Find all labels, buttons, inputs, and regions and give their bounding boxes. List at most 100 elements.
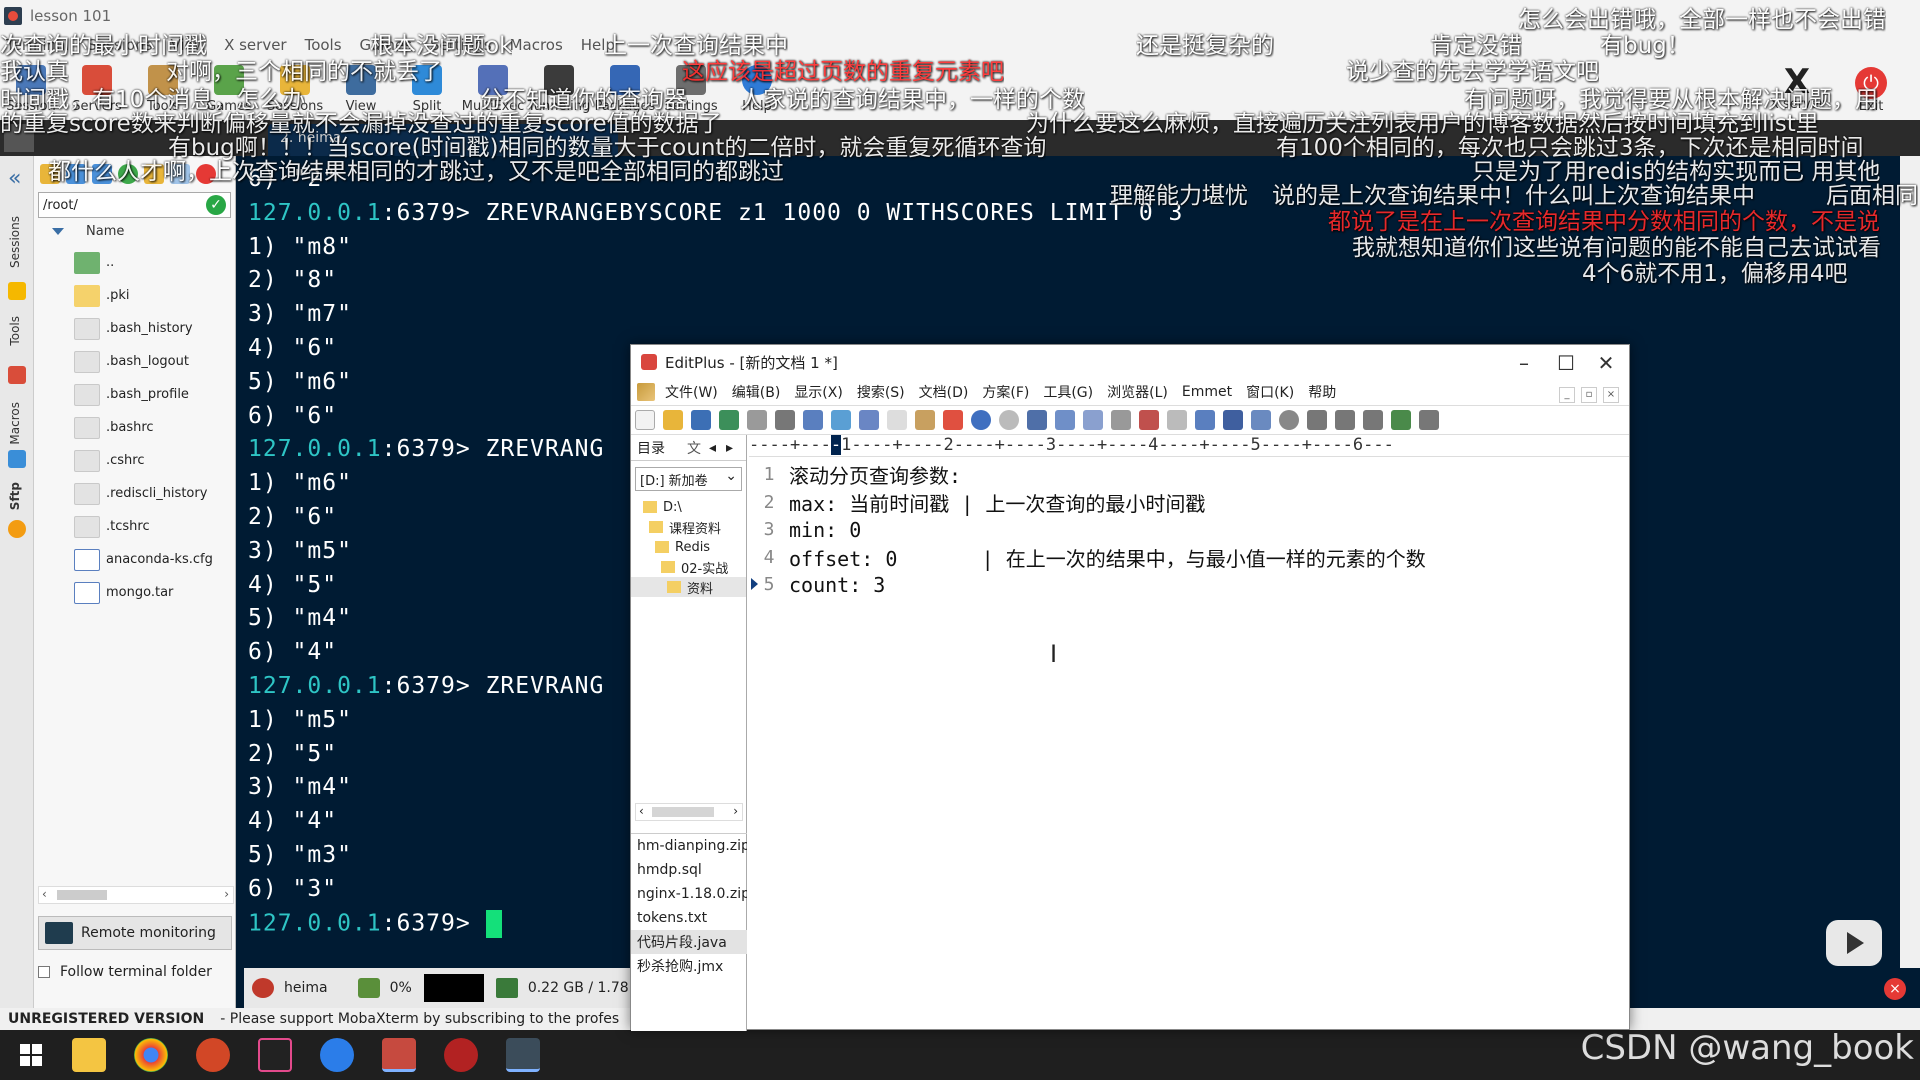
file-row-rediscli-history[interactable]: .rediscli_history <box>34 477 235 510</box>
ep-menu-tools[interactable]: 工具(G) <box>1043 382 1093 402</box>
dir-row-materials[interactable]: 资料 <box>631 577 746 597</box>
menu-macros[interactable]: Macros <box>510 36 563 54</box>
editor-line[interactable]: 2 max: 当前时间戳 | 上一次查询的最小时间戳 <box>749 489 1206 516</box>
file-row-anaconda-cfg[interactable]: anaconda-ks.cfg <box>34 543 235 576</box>
file-row-bash-logout[interactable]: .bash_logout <box>34 345 235 378</box>
cliptext-window-icon[interactable] <box>1335 410 1355 430</box>
font-icon[interactable] <box>1139 410 1159 430</box>
file-row-bash-history[interactable]: .bash_history <box>34 312 235 345</box>
dir-row-practice[interactable]: 02-实战 <box>631 557 746 577</box>
copy-icon[interactable] <box>887 410 907 430</box>
collapse-chevron-icon[interactable]: « <box>8 168 26 190</box>
chrome-icon[interactable] <box>134 1038 168 1072</box>
follow-checkbox[interactable] <box>38 966 50 978</box>
cliptext-tab-label[interactable]: 文 <box>687 438 701 458</box>
ep-menu-project[interactable]: 方案(F) <box>982 382 1029 402</box>
editor-text-area[interactable]: 1 滚动分页查询参数: 2 max: 当前时间戳 | 上一次查询的最小时间戳 3 min:… <box>749 457 1631 1031</box>
ep-menu-view[interactable]: 显示(X) <box>794 382 843 402</box>
word-wrap-icon[interactable] <box>1195 410 1215 430</box>
close-overlay-icon[interactable]: × <box>1884 978 1906 1000</box>
file-row-tcshrc[interactable]: .tcshrc <box>34 510 235 543</box>
browser-view-icon[interactable] <box>1391 410 1411 430</box>
file-row-bashrc[interactable]: .bashrc <box>34 411 235 444</box>
find-in-files-icon[interactable] <box>1083 410 1103 430</box>
drive-select[interactable]: [D:] 新加卷 <box>635 467 742 491</box>
video-play-icon[interactable] <box>1826 920 1882 966</box>
file-row-pki[interactable]: .pki <box>34 279 235 312</box>
delete-icon[interactable] <box>943 410 963 430</box>
scroll-right-icon[interactable]: › <box>224 887 229 901</box>
spell-check-icon[interactable] <box>803 410 823 430</box>
ep-menu-help[interactable]: 帮助 <box>1308 382 1336 402</box>
ep-menu-file[interactable]: 文件(W) <box>665 382 718 402</box>
close-icon[interactable]: ✕ <box>1591 351 1621 375</box>
editor-line[interactable]: 3 min: 0 <box>749 516 862 543</box>
file-panel-hscrollbar[interactable]: ‹ › <box>38 886 234 904</box>
scroll-left-icon[interactable]: ‹ <box>42 887 47 901</box>
file-row-mongo-tar[interactable]: mongo.tar <box>34 576 235 609</box>
new-file-icon[interactable] <box>635 410 655 430</box>
ep-file-hm-dianping[interactable]: hm-dianping.zip <box>631 834 747 858</box>
tab-scroll-right-icon[interactable]: ▸ <box>726 440 733 456</box>
dir-row-d-root[interactable]: D:\ <box>631 497 746 517</box>
find-icon[interactable] <box>1027 410 1047 430</box>
powerpoint-icon[interactable] <box>196 1038 230 1072</box>
paste-icon[interactable] <box>915 410 935 430</box>
undo-icon[interactable] <box>971 410 991 430</box>
intellij-icon[interactable] <box>258 1038 292 1072</box>
maximize-icon[interactable]: ☐ <box>1551 351 1581 375</box>
editor-line[interactable]: 1 滚动分页查询参数: <box>749 461 961 488</box>
scroll-thumb[interactable] <box>652 807 714 817</box>
ep-menu-emmet[interactable]: Emmet <box>1182 384 1232 400</box>
rail-sessions[interactable]: Sessions <box>8 216 22 268</box>
hex-icon[interactable] <box>1167 410 1187 430</box>
ruler-icon[interactable] <box>1223 410 1243 430</box>
print-icon[interactable] <box>775 410 795 430</box>
mobaxterm-task-icon[interactable] <box>506 1038 540 1072</box>
terminal-vscrollbar[interactable] <box>1900 156 1920 968</box>
rail-sftp[interactable]: Sftp <box>8 482 22 510</box>
help-context-icon[interactable] <box>1419 410 1439 430</box>
scroll-left-icon[interactable]: ‹ <box>639 804 644 818</box>
tab-scroll-left-icon[interactable]: ◂ <box>709 440 716 456</box>
goto-line-icon[interactable] <box>1111 410 1131 430</box>
directory-tab[interactable]: 目录 文 ◂ ▸ <box>631 435 746 461</box>
line-number-icon[interactable] <box>1251 410 1271 430</box>
ep-menu-search[interactable]: 搜索(S) <box>857 382 905 402</box>
ep-file-code-snippet[interactable]: 代码片段.java <box>631 930 747 954</box>
mdi-close-icon[interactable]: × <box>1603 387 1619 403</box>
editplus-titlebar[interactable]: EditPlus - [新的文档 1 *] – ☐ ✕ <box>631 345 1629 379</box>
editplus-task-icon[interactable] <box>382 1038 416 1072</box>
path-input[interactable]: /root/ ✓ <box>38 192 231 218</box>
file-list-header[interactable]: Name <box>38 224 231 246</box>
scroll-thumb[interactable] <box>57 890 107 900</box>
directory-hscrollbar[interactable]: ‹ › <box>635 803 743 821</box>
ep-menu-window[interactable]: 窗口(K) <box>1246 382 1294 402</box>
windows-start-icon[interactable] <box>20 1044 42 1066</box>
editor-line[interactable]: 5 count: 3 <box>749 571 885 598</box>
ep-file-seckill-jmx[interactable]: 秒杀抢购.jmx <box>631 954 747 978</box>
directory-window-icon[interactable] <box>1307 410 1327 430</box>
ep-file-tokens[interactable]: tokens.txt <box>631 906 747 930</box>
replace-icon[interactable] <box>1055 410 1075 430</box>
mdi-minimize-icon[interactable]: _ <box>1559 387 1575 403</box>
cut-icon[interactable] <box>859 410 879 430</box>
support-message[interactable]: - Please support MobaXterm by subscribin… <box>220 1011 620 1027</box>
file-row-cshrc[interactable]: .cshrc <box>34 444 235 477</box>
editor-line[interactable]: 4 offset: 0 | 在上一次的结果中，与最小值一样的元素的个数 <box>749 544 1426 571</box>
file-row-bash-profile[interactable]: .bash_profile <box>34 378 235 411</box>
minimize-icon[interactable]: – <box>1509 351 1539 375</box>
dir-row-redis[interactable]: Redis <box>631 537 746 557</box>
settings-icon[interactable] <box>1279 410 1299 430</box>
file-row-parent[interactable]: .. <box>34 246 235 279</box>
browser-icon[interactable] <box>320 1038 354 1072</box>
refresh-doc-icon[interactable] <box>831 410 851 430</box>
file-explorer-icon[interactable] <box>72 1038 106 1072</box>
print-preview-icon[interactable] <box>747 410 767 430</box>
redis-desktop-icon[interactable] <box>444 1038 478 1072</box>
redo-icon[interactable] <box>999 410 1019 430</box>
save-all-icon[interactable] <box>719 410 739 430</box>
rail-macros[interactable]: Macros <box>8 402 22 445</box>
open-folder-icon[interactable] <box>663 410 683 430</box>
mdi-restore-icon[interactable]: ▫ <box>1581 387 1597 403</box>
